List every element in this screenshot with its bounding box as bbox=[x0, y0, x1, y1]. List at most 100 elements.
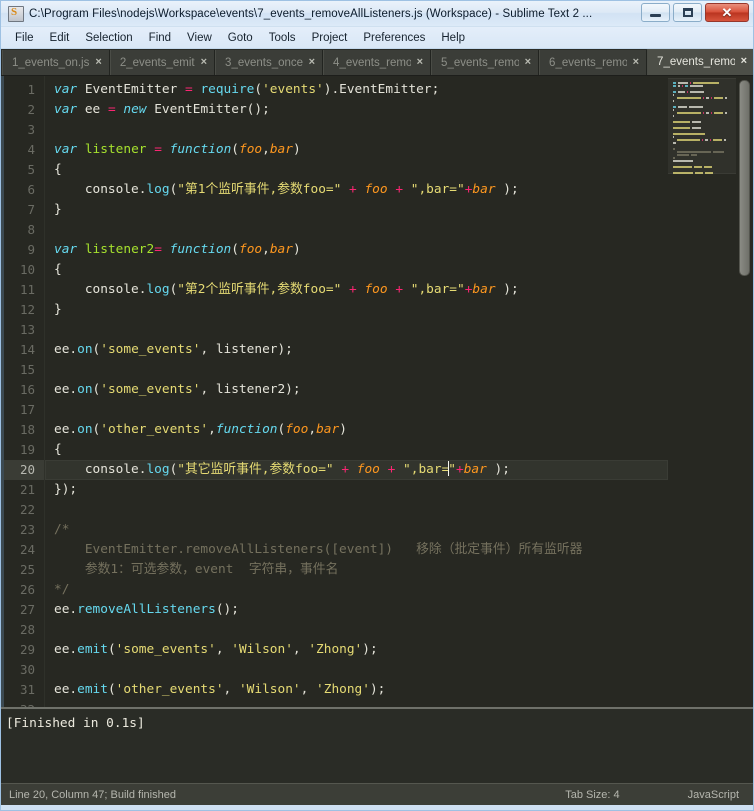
editor-tab-5[interactable]: 5_events_remo × bbox=[431, 50, 540, 75]
menu-item-file[interactable]: File bbox=[7, 30, 42, 46]
code-line: 参数1：可选参数，event 字符串，事件名 bbox=[54, 562, 339, 577]
editor-tab-2[interactable]: 2_events_emit × bbox=[109, 50, 216, 75]
line-number: 22 bbox=[19, 502, 35, 517]
sublime-text-icon bbox=[8, 5, 24, 22]
tab-label: 2_events_emit bbox=[119, 56, 195, 69]
menu-item-view[interactable]: View bbox=[179, 30, 220, 46]
line-number: 4 bbox=[27, 142, 35, 157]
tab-label: 7_events_remo bbox=[657, 55, 735, 68]
tab-close-icon[interactable]: × bbox=[309, 57, 315, 68]
close-icon: ✕ bbox=[721, 5, 733, 20]
editor-tab-6[interactable]: 6_events_remo × bbox=[539, 50, 648, 75]
line-number: 11 bbox=[19, 282, 35, 297]
tab-bar: 1_events_on.js × 2_events_emit × 3_events_on… bbox=[1, 49, 753, 76]
minimap-line bbox=[671, 175, 733, 177]
maximize-icon bbox=[682, 8, 693, 17]
menu-bar: File Edit Selection Find View Goto Tools Projec… bbox=[1, 27, 753, 49]
code-line: var listener = function(foo,bar) bbox=[54, 142, 301, 157]
tab-close-icon[interactable]: × bbox=[95, 57, 101, 68]
line-number: 17 bbox=[19, 402, 35, 417]
maximize-button[interactable] bbox=[673, 3, 702, 22]
menu-item-edit[interactable]: Edit bbox=[42, 30, 78, 46]
menu-item-help[interactable]: Help bbox=[433, 30, 473, 46]
build-output-text: [Finished in 0.1s] bbox=[6, 716, 145, 731]
status-bar: Line 20, Column 47; Build finished Tab S… bbox=[1, 783, 753, 805]
line-number: 8 bbox=[27, 222, 35, 237]
line-number: 30 bbox=[19, 662, 35, 677]
line-number: 28 bbox=[19, 622, 35, 637]
menu-item-project[interactable]: Project bbox=[304, 30, 356, 46]
window-controls: ✕ bbox=[641, 3, 749, 22]
line-number: 1 bbox=[27, 82, 35, 97]
line-number: 2 bbox=[27, 102, 35, 117]
line-number: 13 bbox=[19, 322, 35, 337]
code-line: console.log("第1个监听事件,参数foo=" + foo + ",b… bbox=[54, 182, 519, 197]
line-number: 10 bbox=[19, 262, 35, 277]
code-line: ee.on('other_events',function(foo,bar) bbox=[54, 422, 347, 437]
minimize-icon bbox=[650, 14, 661, 17]
tab-close-icon[interactable]: × bbox=[633, 57, 639, 68]
status-caret-position: Line 20, Column 47; Build finished bbox=[9, 788, 176, 801]
line-number: 29 bbox=[19, 642, 35, 657]
code-line: ee.on('some_events', listener); bbox=[54, 342, 293, 357]
minimap-viewport[interactable] bbox=[668, 78, 736, 174]
line-number: 3 bbox=[27, 122, 35, 137]
tab-close-icon[interactable]: × bbox=[525, 57, 531, 68]
code-line: */ bbox=[54, 582, 70, 597]
line-number: 23 bbox=[19, 522, 35, 537]
tab-label: 4_events_remo bbox=[333, 56, 411, 69]
line-number: 6 bbox=[27, 182, 35, 197]
tab-close-icon[interactable]: × bbox=[201, 57, 207, 68]
editor-tab-4[interactable]: 4_events_remo × bbox=[323, 50, 432, 75]
menu-item-tools[interactable]: Tools bbox=[261, 30, 304, 46]
line-number: 16 bbox=[19, 382, 35, 397]
code-view[interactable]: var EventEmitter = require('events').Eve… bbox=[45, 76, 668, 707]
sublime-text-window: C:\Program Files\nodejs\Workspace\events… bbox=[0, 0, 754, 811]
tab-label: 3_events_once bbox=[225, 56, 303, 69]
code-line: console.log("第2个监听事件,参数foo=" + foo + ",b… bbox=[54, 282, 519, 297]
editor-tab-7[interactable]: 7_events_remo × bbox=[647, 49, 753, 75]
line-number: 15 bbox=[19, 362, 35, 377]
line-number: 12 bbox=[19, 302, 35, 317]
line-number: 31 bbox=[19, 682, 35, 697]
code-line: { bbox=[54, 442, 62, 457]
code-line: var EventEmitter = require('events').Eve… bbox=[54, 82, 440, 97]
code-line: ee.removeAllListeners(); bbox=[54, 602, 239, 617]
tab-close-icon[interactable]: × bbox=[741, 56, 747, 67]
menu-item-find[interactable]: Find bbox=[141, 30, 179, 46]
code-line: ee.emit('other_events', 'Wilson', 'Zhong… bbox=[54, 682, 386, 697]
editor-tab-3[interactable]: 3_events_once × bbox=[215, 50, 324, 75]
menu-item-selection[interactable]: Selection bbox=[77, 30, 140, 46]
line-number: 9 bbox=[27, 242, 35, 257]
vertical-scrollbar[interactable] bbox=[736, 76, 753, 707]
menu-item-preferences[interactable]: Preferences bbox=[355, 30, 433, 46]
code-line: { bbox=[54, 162, 62, 177]
code-line: } bbox=[54, 202, 62, 217]
tab-close-icon[interactable]: × bbox=[417, 57, 423, 68]
line-number: 24 bbox=[19, 542, 35, 557]
editor-tab-1[interactable]: 1_events_on.js × bbox=[2, 50, 110, 75]
minimap[interactable] bbox=[668, 76, 736, 707]
code-line: ee.on('some_events', listener2); bbox=[54, 382, 301, 397]
code-line: console.log("其它监听事件,参数foo=" + foo + ",ba… bbox=[45, 460, 668, 480]
tab-label: 5_events_remo bbox=[441, 56, 519, 69]
line-number: 20 bbox=[1, 460, 44, 480]
minimize-button[interactable] bbox=[641, 3, 670, 22]
line-number: 25 bbox=[19, 562, 35, 577]
status-syntax-mode[interactable]: JavaScript bbox=[688, 789, 739, 801]
vertical-scrollbar-thumb[interactable] bbox=[739, 80, 750, 276]
line-number: 27 bbox=[19, 602, 35, 617]
status-tab-size[interactable]: Tab Size: 4 bbox=[565, 789, 619, 801]
close-button[interactable]: ✕ bbox=[705, 3, 749, 22]
code-line: var ee = new EventEmitter(); bbox=[54, 102, 270, 117]
line-number: 18 bbox=[19, 422, 35, 437]
line-number: 7 bbox=[27, 202, 35, 217]
code-line: }); bbox=[54, 482, 78, 497]
tab-label: 1_events_on.js bbox=[12, 56, 90, 69]
menu-item-goto[interactable]: Goto bbox=[220, 30, 261, 46]
